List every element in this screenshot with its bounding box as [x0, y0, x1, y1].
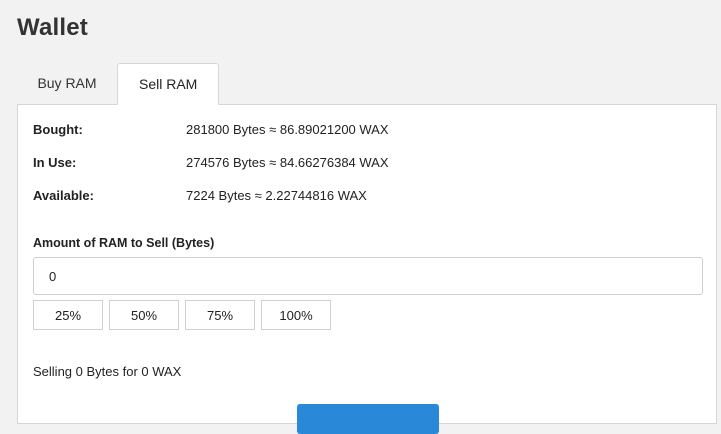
amount-input[interactable]: [33, 257, 703, 295]
percent-75-button[interactable]: 75%: [185, 300, 255, 330]
tab-bar: Buy RAM Sell RAM: [17, 63, 220, 105]
in-use-label: In Use:: [33, 155, 77, 170]
available-value: 7224 Bytes ≈ 2.22744816 WAX: [186, 188, 367, 203]
bought-label: Bought:: [33, 122, 83, 137]
percent-100-button[interactable]: 100%: [261, 300, 331, 330]
available-label: Available:: [33, 188, 94, 203]
bought-value: 281800 Bytes ≈ 86.89021200 WAX: [186, 122, 389, 137]
amount-label: Amount of RAM to Sell (Bytes): [33, 236, 215, 250]
tab-buy-ram[interactable]: Buy RAM: [17, 63, 117, 104]
tab-sell-ram[interactable]: Sell RAM: [117, 63, 220, 105]
percent-50-button[interactable]: 50%: [109, 300, 179, 330]
selling-summary: Selling 0 Bytes for 0 WAX: [33, 364, 182, 379]
in-use-value: 274576 Bytes ≈ 84.66276384 WAX: [186, 155, 389, 170]
sell-ram-panel: Bought: 281800 Bytes ≈ 86.89021200 WAX I…: [17, 104, 717, 434]
sell-button[interactable]: [297, 404, 439, 434]
page-title: Wallet: [17, 14, 88, 41]
percent-button-group: 25% 50% 75% 100%: [33, 300, 331, 330]
percent-25-button[interactable]: 25%: [33, 300, 103, 330]
